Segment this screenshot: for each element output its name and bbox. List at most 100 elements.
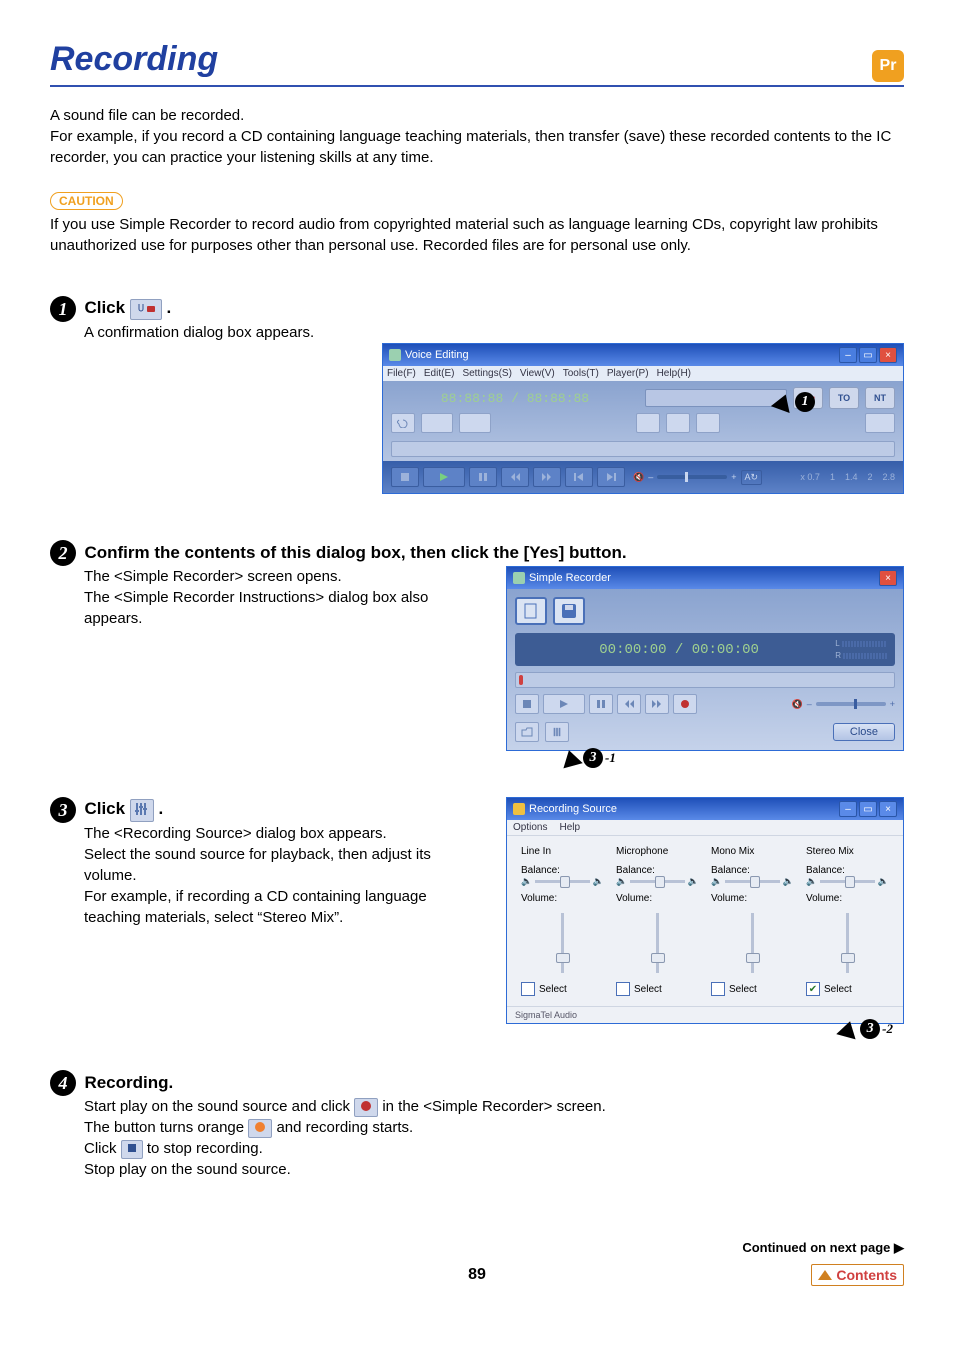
nt-badge[interactable]: NT bbox=[865, 387, 895, 409]
caution-text: If you use Simple Recorder to record aud… bbox=[50, 214, 904, 256]
next-button[interactable] bbox=[597, 467, 625, 487]
edit-btn-2[interactable] bbox=[666, 413, 690, 433]
pause-button[interactable] bbox=[469, 467, 497, 487]
new-file-button[interactable] bbox=[515, 597, 547, 625]
sr-play-button[interactable] bbox=[543, 694, 585, 714]
sr-forward-button[interactable] bbox=[645, 694, 669, 714]
rs-balance-slider[interactable]: 🔈🔈 bbox=[616, 876, 699, 887]
simple-recorder-title: Simple Recorder bbox=[529, 572, 611, 584]
save-button[interactable] bbox=[553, 597, 585, 625]
mute-icon: 🔇 bbox=[633, 472, 644, 483]
rs-balance-slider[interactable]: 🔈🔈 bbox=[711, 876, 794, 887]
menu-settings[interactable]: Settings(S) bbox=[462, 368, 511, 379]
menu-player[interactable]: Player(P) bbox=[607, 368, 649, 379]
sr-mixer-button[interactable] bbox=[545, 722, 569, 742]
track-bar[interactable] bbox=[391, 441, 895, 457]
maximize-button[interactable]: ▭ bbox=[859, 801, 877, 817]
callout-3-2-num: 3 bbox=[860, 1019, 880, 1039]
rs-select-checkbox[interactable]: Select bbox=[521, 982, 604, 996]
sr-volume-control[interactable]: 🔇–+ bbox=[792, 699, 896, 710]
repeat-icon[interactable]: A↻ bbox=[741, 470, 763, 485]
simple-recorder-time: 00:00:00 / 00:00:00 bbox=[523, 642, 835, 658]
play-button[interactable] bbox=[423, 467, 465, 487]
stop-button[interactable] bbox=[391, 467, 419, 487]
continued-label: Continued on next page bbox=[742, 1240, 890, 1255]
minimize-button[interactable]: – bbox=[839, 347, 857, 363]
s4-l3a: Click bbox=[84, 1140, 121, 1157]
sr-record-button[interactable] bbox=[673, 694, 697, 714]
continued-text: Continued on next page ▶ bbox=[50, 1240, 904, 1256]
s4-l1a: Start play on the sound source and click bbox=[84, 1098, 354, 1115]
volume-control[interactable]: 🔇 –+ A↻ bbox=[633, 470, 766, 485]
rs-menu-options[interactable]: Options bbox=[513, 822, 547, 833]
rs-volume-label: Volume: bbox=[711, 893, 794, 904]
step-1-head-prefix: Click bbox=[84, 298, 129, 317]
rs-volume-slider[interactable] bbox=[711, 908, 794, 978]
rs-select-checkbox[interactable]: Select bbox=[616, 982, 699, 996]
to-badge[interactable]: TO bbox=[829, 387, 859, 409]
speaker-left-icon: 🔈 bbox=[806, 876, 817, 887]
callout-1: 1 bbox=[773, 392, 815, 412]
close-button[interactable]: × bbox=[879, 570, 897, 586]
speed-4: 2.8 bbox=[882, 472, 895, 482]
step-4: 4 Recording. Start play on the sound sou… bbox=[50, 1070, 904, 1180]
rs-column: Stereo MixBalance:🔈🔈Volume:✔Select bbox=[800, 842, 895, 1006]
rewind-button[interactable] bbox=[501, 467, 529, 487]
step-3: 3 Click . The <Recording Source> dialog … bbox=[50, 797, 904, 1044]
menu-tools[interactable]: Tools(T) bbox=[563, 368, 599, 379]
simple-recorder-window: Simple Recorder × 00:00:00 / 00:00:00 bbox=[506, 566, 904, 751]
rs-select-checkbox[interactable]: Select bbox=[711, 982, 794, 996]
speed-indicator: x 0.7 1 1.4 2 2.8 bbox=[800, 472, 895, 482]
undo-button[interactable] bbox=[391, 413, 415, 433]
sr-rewind-button[interactable] bbox=[617, 694, 641, 714]
menu-help[interactable]: Help(H) bbox=[657, 368, 691, 379]
menu-file[interactable]: File(F) bbox=[387, 368, 416, 379]
checkbox-icon: ✔ bbox=[806, 982, 820, 996]
edit-btn-1[interactable] bbox=[636, 413, 660, 433]
menu-view[interactable]: View(V) bbox=[520, 368, 555, 379]
sr-close-button[interactable]: Close bbox=[833, 723, 895, 741]
sr-pause-button[interactable] bbox=[589, 694, 613, 714]
speaker-right-icon: 🔈 bbox=[593, 876, 604, 887]
maximize-button[interactable]: ▭ bbox=[859, 347, 877, 363]
rs-volume-label: Volume: bbox=[521, 893, 604, 904]
rs-volume-slider[interactable] bbox=[521, 908, 604, 978]
step-3-head-suffix: . bbox=[159, 799, 164, 818]
sr-folder-button[interactable] bbox=[515, 722, 539, 742]
checkbox-icon bbox=[711, 982, 725, 996]
menu-edit[interactable]: Edit(E) bbox=[424, 368, 455, 379]
rs-volume-label: Volume: bbox=[616, 893, 699, 904]
contents-button[interactable]: Contents bbox=[811, 1264, 904, 1286]
rs-menu-help[interactable]: Help bbox=[559, 822, 580, 833]
rs-volume-slider[interactable] bbox=[616, 908, 699, 978]
minimize-button[interactable]: – bbox=[839, 801, 857, 817]
s4-l1b: in the <Simple Recorder> screen. bbox=[382, 1098, 605, 1115]
close-button[interactable]: × bbox=[879, 801, 897, 817]
step-2-body: The <Simple Recorder> screen opens. The … bbox=[84, 566, 430, 629]
recording-source-menubar: Options Help bbox=[507, 820, 903, 836]
mixer-button-icon bbox=[130, 799, 154, 822]
rs-balance-slider[interactable]: 🔈🔈 bbox=[806, 876, 889, 887]
a-marker-button[interactable] bbox=[421, 413, 453, 433]
app-icon bbox=[513, 803, 525, 815]
voice-editing-title: Voice Editing bbox=[405, 349, 469, 361]
sr-stop-button[interactable] bbox=[515, 694, 539, 714]
checkbox-icon bbox=[521, 982, 535, 996]
step-1-head-suffix: . bbox=[167, 298, 172, 317]
prev-button[interactable] bbox=[565, 467, 593, 487]
rs-balance-slider[interactable]: 🔈🔈 bbox=[521, 876, 604, 887]
edit-btn-3[interactable] bbox=[696, 413, 720, 433]
rs-column: Line InBalance:🔈🔈Volume:Select bbox=[515, 842, 610, 1006]
step-number-2: 2 bbox=[50, 540, 76, 566]
close-button[interactable]: × bbox=[879, 347, 897, 363]
simple-recorder-track[interactable] bbox=[515, 672, 895, 688]
forward-button[interactable] bbox=[533, 467, 561, 487]
step-3-heading: Click . bbox=[84, 799, 163, 818]
b-marker-button[interactable] bbox=[459, 413, 491, 433]
voice-editing-window: Voice Editing – ▭ × File(F) Edit(E) Sett… bbox=[382, 343, 904, 494]
rs-balance-label: Balance: bbox=[616, 865, 699, 876]
stop-button-icon bbox=[121, 1140, 143, 1159]
rs-select-checkbox[interactable]: ✔Select bbox=[806, 982, 889, 996]
rs-volume-slider[interactable] bbox=[806, 908, 889, 978]
list-button[interactable] bbox=[865, 413, 895, 433]
